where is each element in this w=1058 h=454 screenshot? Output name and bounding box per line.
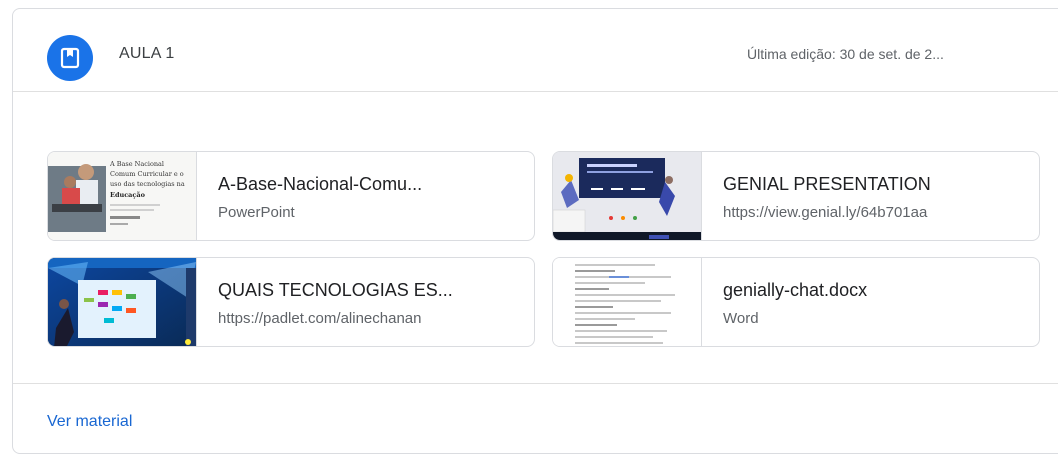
attachment-type: PowerPoint bbox=[218, 204, 295, 221]
attachment-powerpoint[interactable]: A Base Nacional Comum Curricular e o uso… bbox=[47, 151, 535, 241]
attachment-title[interactable]: GENIAL PRESENTATION bbox=[723, 174, 931, 195]
attachment-url: https://padlet.com/alinechanan bbox=[218, 310, 422, 327]
attachment-title[interactable]: genially-chat.docx bbox=[723, 280, 867, 301]
bookmark-icon bbox=[47, 35, 93, 81]
view-material-link[interactable]: Ver material bbox=[47, 413, 132, 431]
attachment-type: Word bbox=[723, 310, 759, 327]
attachment-thumbnail bbox=[48, 258, 197, 346]
attachment-thumbnail bbox=[553, 258, 702, 346]
attachment-word-doc[interactable]: genially-chat.docx Word bbox=[552, 257, 1040, 347]
thumb-text: uso das tecnologias na bbox=[110, 180, 185, 188]
thumb-text: Educação bbox=[110, 191, 146, 199]
material-card: AULA 1 Última edição: 30 de set. de 2...… bbox=[12, 8, 1058, 454]
material-title: AULA 1 bbox=[119, 45, 175, 62]
attachment-url: https://view.genial.ly/64b701aa bbox=[723, 204, 928, 221]
attachment-thumbnail bbox=[553, 152, 702, 240]
card-header[interactable]: AULA 1 Última edição: 30 de set. de 2... bbox=[13, 9, 1058, 92]
attachment-title[interactable]: QUAIS TECNOLOGIAS ES... bbox=[218, 280, 453, 301]
attachment-genial-link[interactable]: GENIAL PRESENTATION https://view.genial.… bbox=[552, 151, 1040, 241]
attachment-padlet-link[interactable]: QUAIS TECNOLOGIAS ES... https://padlet.c… bbox=[47, 257, 535, 347]
attachment-thumbnail: A Base Nacional Comum Curricular e o uso… bbox=[48, 152, 197, 240]
footer-divider bbox=[13, 383, 1058, 384]
thumb-text: Comum Curricular e o bbox=[110, 170, 184, 178]
attachment-title[interactable]: A-Base-Nacional-Comu... bbox=[218, 174, 422, 195]
thumb-text: A Base Nacional bbox=[109, 160, 164, 168]
last-edited-text: Última edição: 30 de set. de 2... bbox=[747, 46, 944, 62]
